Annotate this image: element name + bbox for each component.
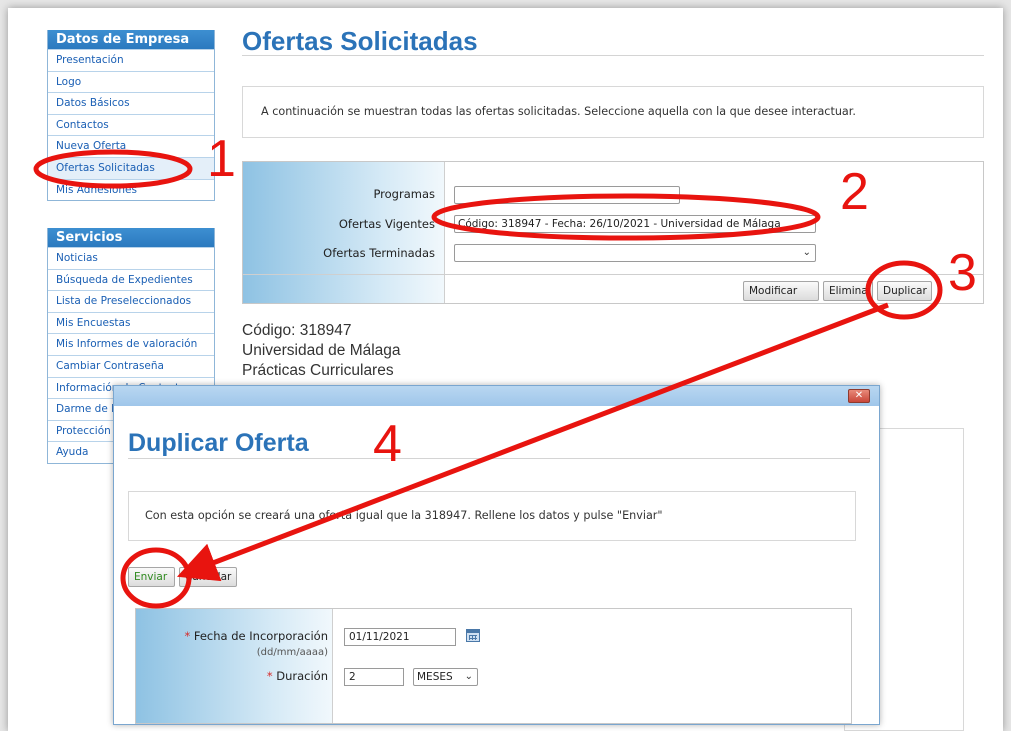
- calendar-icon[interactable]: [466, 629, 480, 642]
- chevron-down-icon: ⌄: [802, 247, 811, 258]
- sidebar-item-cambiar-contrasena[interactable]: Cambiar Contraseña: [48, 354, 214, 377]
- sidebar-item-busqueda-expedientes[interactable]: Búsqueda de Expedientes: [48, 268, 214, 291]
- form-column-divider: [444, 162, 445, 303]
- programas-label: Programas: [373, 187, 435, 201]
- enviar-button[interactable]: Enviar: [128, 567, 175, 587]
- fecha-label-text: Fecha de Incorporación: [193, 629, 328, 643]
- sidebar-item-contactos[interactable]: Contactos: [48, 113, 214, 136]
- dialog-title: Duplicar Oferta: [128, 429, 309, 457]
- sidebar-services-title: Servicios: [48, 228, 214, 247]
- offer-type: Prácticas Curriculares: [242, 362, 394, 379]
- ofertas-terminadas-select[interactable]: ⌄: [454, 244, 816, 262]
- form-label-column: [243, 162, 444, 303]
- ofertas-vigentes-select[interactable]: Código: 318947 - Fecha: 26/10/2021 - Uni…: [454, 215, 816, 233]
- programas-select[interactable]: ⌄: [454, 186, 680, 204]
- sidebar-item-mis-adhesiones[interactable]: Mis Adhesiones: [48, 178, 214, 201]
- duracion-input[interactable]: 2: [344, 668, 404, 686]
- form-column-divider: [332, 609, 333, 723]
- page-title: Ofertas Solicitadas: [242, 26, 478, 56]
- form-row-divider: [243, 274, 983, 275]
- sidebar-item-informes-valoracion[interactable]: Mis Informes de valoración: [48, 333, 214, 355]
- sidebar-item-logo[interactable]: Logo: [48, 70, 214, 93]
- chevron-down-icon: ⌄: [802, 218, 811, 229]
- dialog-titlebar[interactable]: ✕: [114, 386, 879, 406]
- sidebar-item-ofertas-solicitadas[interactable]: Ofertas Solicitadas: [48, 156, 214, 179]
- sidebar-company-box: Datos de Empresa Presentación Logo Datos…: [47, 30, 215, 202]
- annotation-step-1: 1: [207, 130, 236, 188]
- ofertas-vigentes-value: Código: 318947 - Fecha: 26/10/2021 - Uni…: [458, 218, 781, 230]
- ofertas-terminadas-label: Ofertas Terminadas: [323, 246, 435, 260]
- duplicate-form: * Fecha de Incorporación (dd/mm/aaaa) 01…: [135, 608, 852, 724]
- sidebar-item-noticias[interactable]: Noticias: [48, 247, 214, 269]
- ofertas-vigentes-label: Ofertas Vigentes: [338, 217, 435, 231]
- sidebar-item-mis-encuestas[interactable]: Mis Encuestas: [48, 311, 214, 334]
- chevron-down-icon: ⌄: [666, 189, 675, 200]
- title-divider: [242, 55, 984, 56]
- duracion-unit-select[interactable]: MESES ⌄: [413, 668, 478, 686]
- sidebar-item-preseleccionados[interactable]: Lista de Preseleccionados: [48, 290, 214, 312]
- offers-form: Programas ⌄ Ofertas Vigentes Código: 318…: [242, 161, 984, 304]
- form-label-column: [136, 609, 332, 723]
- fecha-incorporacion-input[interactable]: 01/11/2021: [344, 628, 456, 646]
- modificar-button[interactable]: Modificar: [743, 281, 819, 301]
- sidebar-item-datos-basicos[interactable]: Datos Básicos: [48, 92, 214, 114]
- dialog-title-divider: [128, 458, 870, 459]
- duracion-unit-value: MESES: [417, 671, 453, 683]
- sidebar-company-title: Datos de Empresa: [48, 30, 214, 49]
- close-icon[interactable]: ✕: [848, 389, 870, 403]
- annotation-step-4: 4: [373, 415, 402, 473]
- required-marker: *: [184, 629, 191, 643]
- chevron-down-icon: ⌄: [464, 671, 473, 682]
- fecha-incorporacion-label: * Fecha de Incorporación: [184, 629, 328, 643]
- sidebar-item-nueva-oferta[interactable]: Nueva Oferta: [48, 135, 214, 157]
- dialog-info-message: Con esta opción se creará una oferta igu…: [128, 491, 856, 541]
- duracion-label: * Duración: [267, 669, 328, 683]
- sidebar-item-presentacion[interactable]: Presentación: [48, 49, 214, 71]
- offer-university: Universidad de Málaga: [242, 342, 401, 359]
- duplicar-button[interactable]: Duplicar: [877, 281, 932, 301]
- cancelar-button[interactable]: Cancelar: [179, 567, 237, 587]
- required-marker: *: [266, 669, 273, 683]
- info-message: A continuación se muestran todas las ofe…: [242, 86, 984, 138]
- annotation-step-2: 2: [840, 163, 869, 221]
- duplicar-oferta-dialog: ✕ Duplicar Oferta Con esta opción se cre…: [113, 385, 880, 725]
- offer-code: Código: 318947: [242, 322, 352, 339]
- duracion-label-text: Duración: [276, 669, 328, 683]
- eliminar-button[interactable]: Elimina: [823, 281, 873, 301]
- annotation-step-3: 3: [948, 244, 977, 302]
- fecha-format-hint: (dd/mm/aaaa): [256, 647, 328, 658]
